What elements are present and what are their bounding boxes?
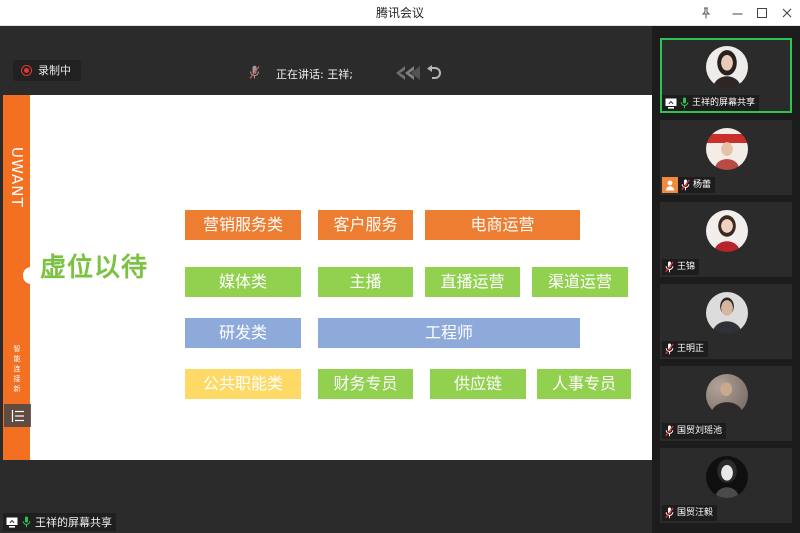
job-category-box: 主播 — [318, 267, 413, 297]
avatar — [706, 46, 748, 88]
person-icon — [662, 177, 678, 193]
job-category-box: 财务专员 — [318, 369, 413, 399]
participant-name: 王锦 — [677, 261, 696, 272]
menu-list-icon[interactable] — [4, 404, 31, 427]
annotation-toolbar[interactable] — [394, 64, 442, 86]
participant-label: 王明正 — [662, 340, 709, 359]
speaking-indicator: 正在讲话: 王祥; — [249, 65, 353, 84]
record-icon-core — [24, 68, 29, 73]
avatar — [706, 210, 748, 252]
participant-tile[interactable]: 国贸刘瑶池 — [660, 366, 792, 441]
avatar — [706, 456, 748, 498]
participant-tile[interactable]: 王锦 — [660, 202, 792, 277]
pin-icon[interactable] — [699, 6, 713, 20]
screen-share-icon — [665, 94, 677, 113]
mic-muted-icon — [665, 258, 674, 277]
screen-share-icon — [6, 513, 18, 532]
job-category-box: 营销服务类 — [185, 210, 301, 240]
job-category-box: 客户服务 — [318, 210, 413, 240]
participant-name: 王明正 — [677, 343, 705, 354]
avatar — [706, 292, 748, 334]
brand-logo-text: UWANT — [8, 147, 26, 208]
participant-tile[interactable]: 王祥的屏幕共享 — [660, 38, 792, 113]
mic-icon — [249, 65, 260, 84]
recording-indicator[interactable]: 录制中 — [13, 60, 81, 81]
participant-name: 王祥的屏幕共享 — [692, 97, 756, 108]
participant-tile[interactable]: 国贸汪毅 — [660, 448, 792, 523]
undo-icon[interactable] — [426, 65, 441, 85]
mic-muted-icon — [665, 340, 674, 359]
avatar — [706, 374, 748, 416]
participant-label: 杨蕾 — [662, 176, 716, 195]
job-category-box: 工程师 — [318, 318, 580, 348]
mic-on-icon — [680, 94, 689, 113]
window-title: 腾讯会议 — [375, 6, 424, 20]
tencent-meeting-window: 腾讯会议 录制中 正在讲话: 王祥; UWANT 智能连接新 虚位以待 营销服务… — [0, 0, 800, 533]
mic-on-icon — [22, 513, 31, 532]
screen-share-label: 王祥的屏幕共享 — [3, 513, 116, 531]
brand-slogan: 智能连接新 — [13, 345, 21, 395]
maximize-icon[interactable] — [755, 6, 769, 20]
participant-label: 王锦 — [662, 258, 700, 277]
job-category-box: 渠道运营 — [532, 267, 628, 297]
participant-label: 国贸刘瑶池 — [662, 422, 727, 441]
screen-share-label-text: 王祥的屏幕共享 — [35, 515, 112, 529]
participant-label: 国贸汪毅 — [662, 504, 718, 523]
participant-name: 杨蕾 — [693, 179, 712, 190]
record-icon — [21, 65, 32, 76]
mic-muted-icon — [665, 422, 674, 441]
participant-tile[interactable]: 王明正 — [660, 284, 792, 359]
mic-muted-icon — [665, 504, 674, 523]
speaking-label: 正在讲话: 王祥; — [276, 68, 353, 81]
participant-label: 王祥的屏幕共享 — [662, 94, 760, 113]
title-bar[interactable]: 腾讯会议 — [0, 0, 800, 26]
job-category-box: 直播运营 — [425, 267, 520, 297]
close-icon[interactable] — [780, 6, 794, 20]
job-category-box: 供应链 — [430, 369, 526, 399]
double-chevron-left-icon[interactable] — [394, 64, 424, 86]
job-category-box: 电商运营 — [425, 210, 580, 240]
shared-screen-slide: UWANT 智能连接新 虚位以待 营销服务类 客户服务 电商运营 媒体类 主播 … — [3, 95, 652, 460]
minimize-icon[interactable] — [730, 6, 744, 20]
slide-headline: 虚位以待 — [40, 253, 149, 283]
slide-nav-notch[interactable] — [23, 267, 31, 284]
participant-name: 国贸刘瑶池 — [677, 425, 723, 436]
participant-name: 国贸汪毅 — [677, 507, 714, 518]
job-category-box: 研发类 — [185, 318, 301, 348]
participant-tile[interactable]: 杨蕾 — [660, 120, 792, 195]
mic-muted-icon — [681, 176, 690, 195]
job-category-box: 公共职能类 — [185, 369, 301, 399]
job-category-box: 人事专员 — [537, 369, 631, 399]
recording-label: 录制中 — [38, 64, 71, 77]
avatar — [706, 128, 748, 170]
job-category-box: 媒体类 — [185, 267, 301, 297]
